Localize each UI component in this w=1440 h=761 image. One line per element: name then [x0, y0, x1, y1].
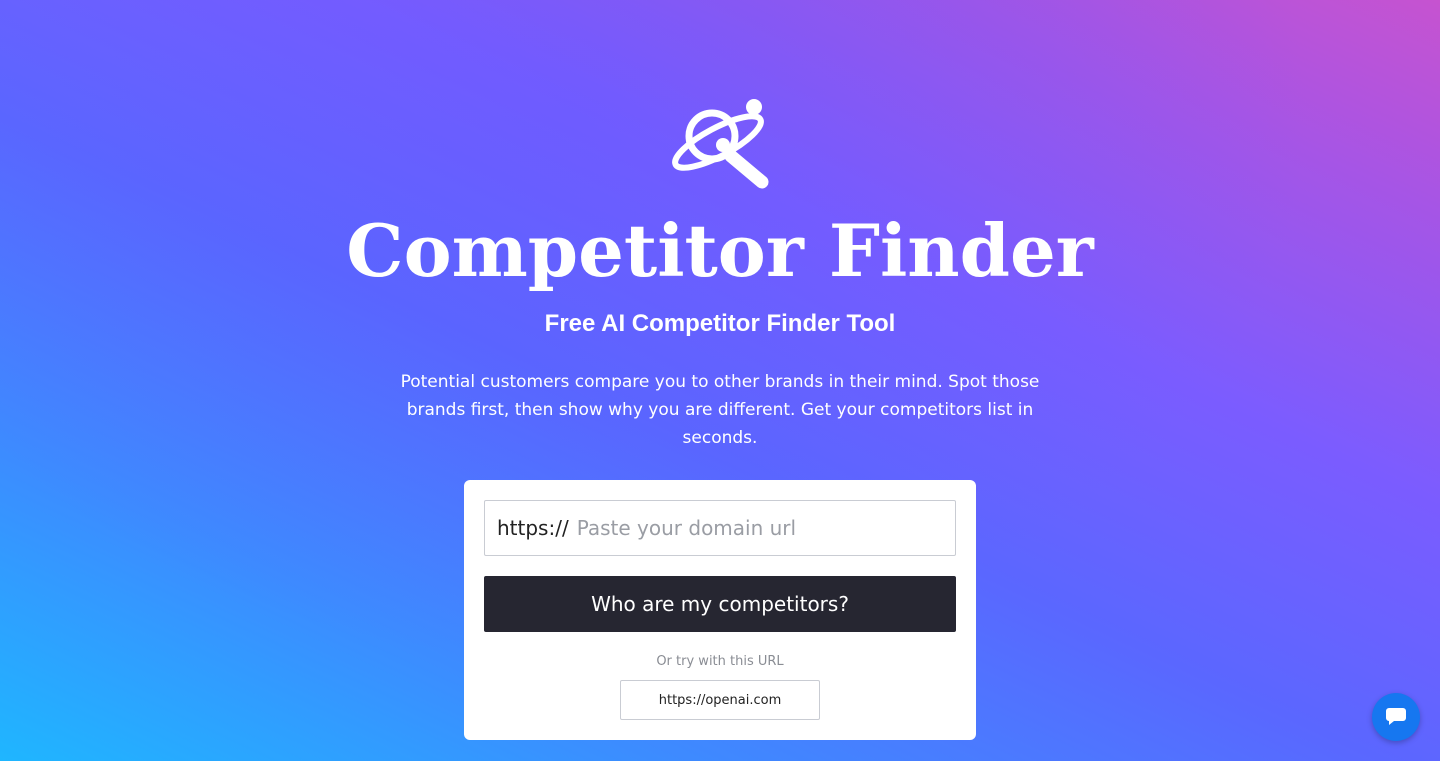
page-description: Potential customers compare you to other… — [400, 372, 1040, 448]
chat-bubble-icon — [1386, 708, 1406, 725]
logo-magnifier-orbit-icon — [668, 98, 772, 190]
search-card: https:// Who are my competitors? Or try … — [464, 480, 976, 740]
try-url-label: Or try with this URL — [656, 654, 784, 669]
domain-url-field[interactable]: https:// — [484, 500, 956, 556]
sample-url-button[interactable]: https://openai.com — [620, 680, 820, 720]
domain-url-input[interactable] — [576, 501, 955, 555]
page-title: Competitor Finder — [346, 208, 1094, 293]
chat-widget-button[interactable] — [1372, 693, 1420, 741]
page-subtitle: Free AI Competitor Finder Tool — [544, 310, 896, 337]
url-prefix-label: https:// — [497, 516, 569, 540]
find-competitors-button[interactable]: Who are my competitors? — [484, 576, 956, 632]
